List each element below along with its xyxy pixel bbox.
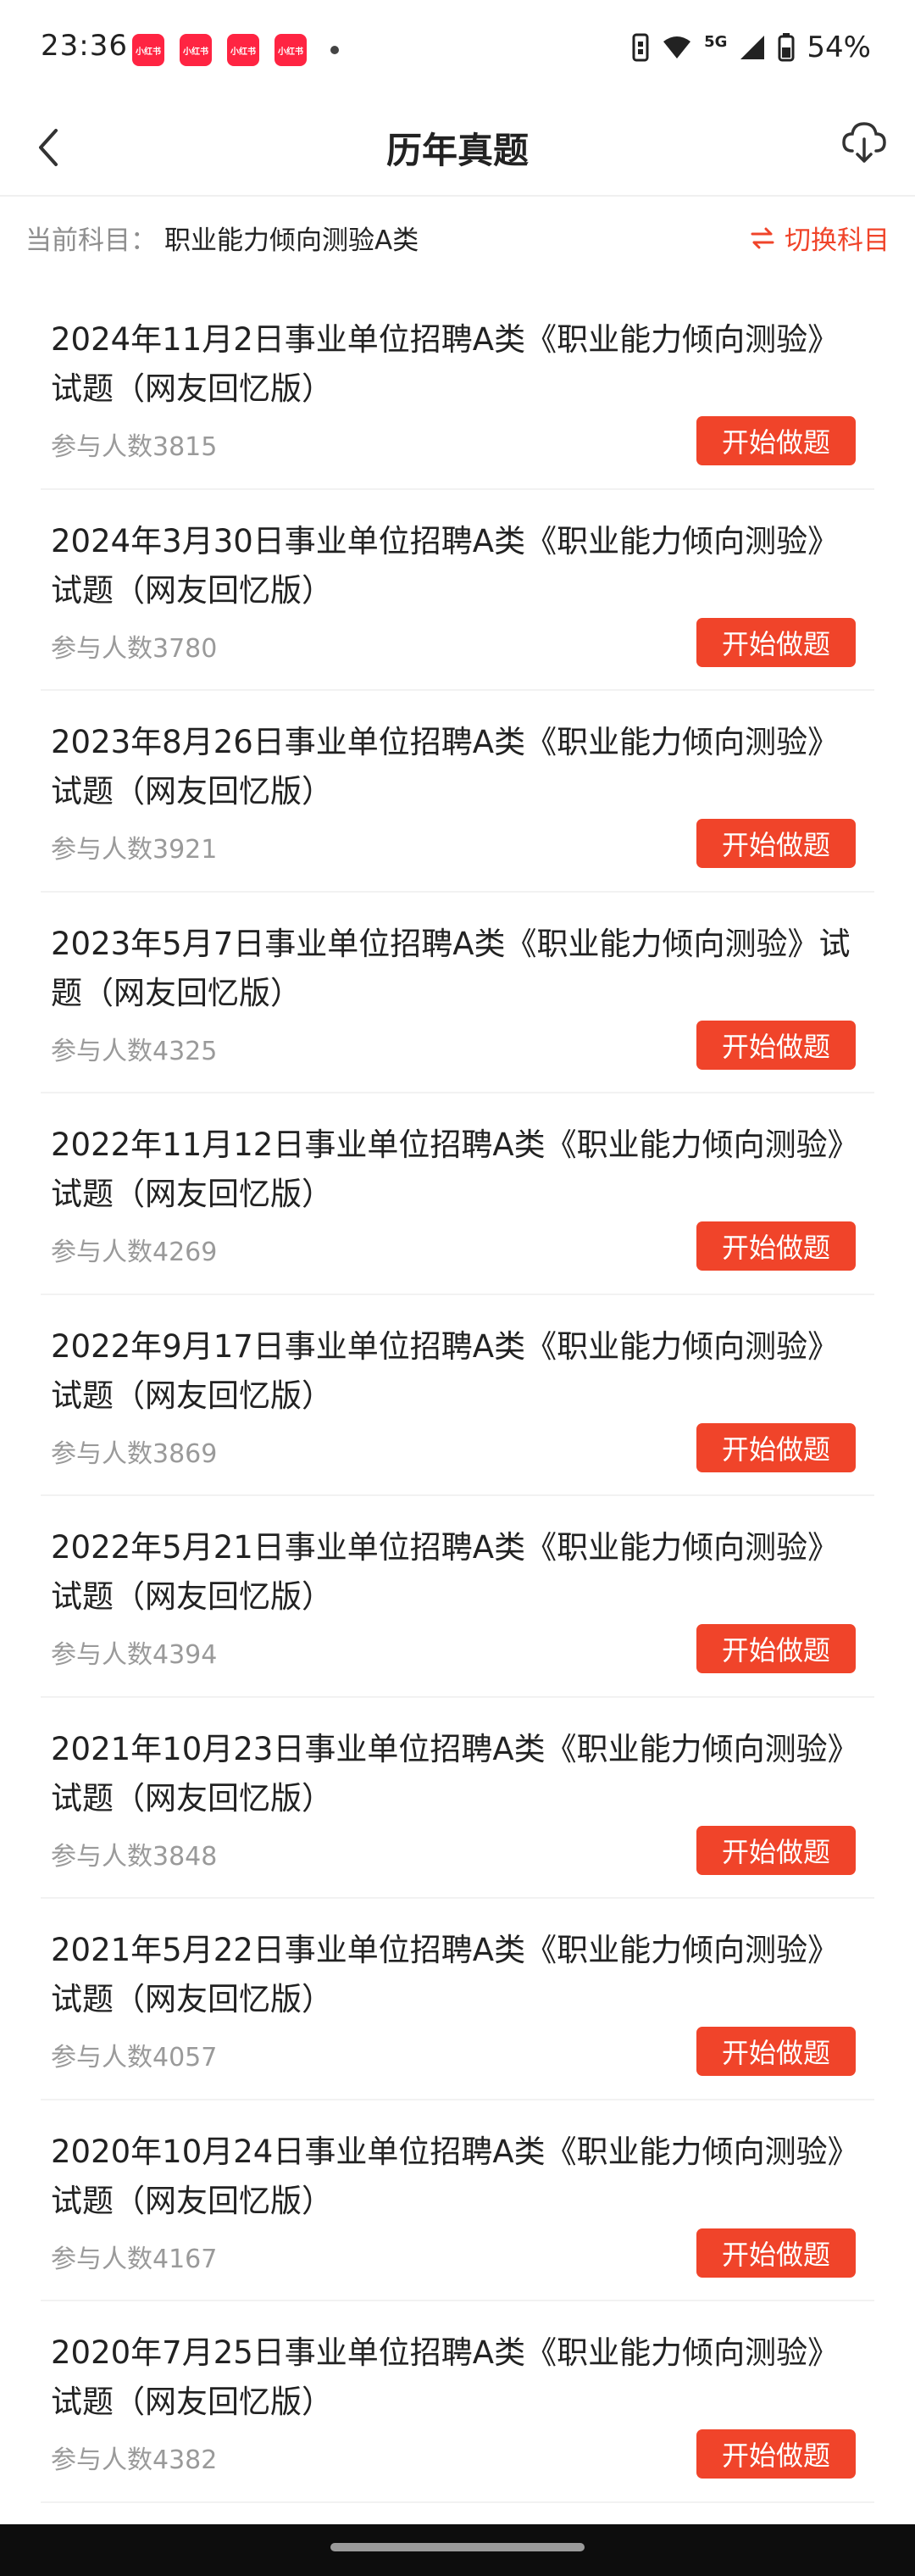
participant-count: 参与人数3869: [51, 1438, 218, 1469]
exam-list: 2024年11月2日事业单位招聘A类《职业能力倾向测验》试题（网友回忆版） 参与…: [0, 288, 915, 2503]
cloud-download-icon[interactable]: [840, 119, 888, 166]
xiaohongshu-notification-icon: 小红书: [274, 34, 307, 66]
divider: [41, 2501, 874, 2503]
exam-title: 2024年11月2日事业单位招聘A类《职业能力倾向测验》试题（网友回忆版）: [51, 321, 840, 407]
participant-count: 参与人数4057: [51, 2043, 218, 2072]
exam-list-item[interactable]: 2021年10月23日事业单位招聘A类《职业能力倾向测验》试题（网友回忆版） 参…: [0, 1698, 915, 1899]
battery-percent: 54%: [807, 31, 871, 64]
exam-title: 2022年5月21日事业单位招聘A类《职业能力倾向测验》试题（网友回忆版）: [51, 1529, 840, 1615]
subject-bar: 当前科目： 职业能力倾向测验A类 切换科目: [0, 197, 915, 273]
start-practice-button[interactable]: 开始做题: [696, 2429, 856, 2479]
start-practice-button[interactable]: 开始做题: [696, 819, 856, 868]
network-type: 5G: [704, 32, 728, 51]
exam-list-item[interactable]: 2020年10月24日事业单位招聘A类《职业能力倾向测验》试题（网友回忆版） 参…: [0, 2100, 915, 2301]
signal-icon: [740, 36, 765, 59]
start-practice-button[interactable]: 开始做题: [696, 1020, 856, 1070]
exam-list-item[interactable]: 2023年5月7日事业单位招聘A类《职业能力倾向测验》试题（网友回忆版） 参与人…: [0, 893, 915, 1093]
start-practice-button[interactable]: 开始做题: [696, 1624, 856, 1673]
participant-count: 参与人数4325: [51, 1036, 218, 1066]
exam-title: 2024年3月30日事业单位招聘A类《职业能力倾向测验》试题（网友回忆版）: [51, 522, 840, 609]
status-time: 23:36: [41, 29, 128, 63]
exam-list-item[interactable]: 2022年5月21日事业单位招聘A类《职业能力倾向测验》试题（网友回忆版） 参与…: [0, 1496, 915, 1698]
participant-count: 参与人数3780: [51, 633, 218, 664]
exam-list-item[interactable]: 2020年7月25日事业单位招聘A类《职业能力倾向测验》试题（网友回忆版） 参与…: [0, 2301, 915, 2503]
notification-icons: 小红书 小红书 小红书 小红书: [132, 34, 339, 66]
exam-list-item[interactable]: 2024年11月2日事业单位招聘A类《职业能力倾向测验》试题（网友回忆版） 参与…: [0, 288, 915, 490]
start-practice-button[interactable]: 开始做题: [696, 1221, 856, 1271]
start-practice-button[interactable]: 开始做题: [696, 617, 856, 667]
page-title: 历年真题: [385, 130, 529, 171]
wifi-icon: [663, 36, 691, 58]
vibrate-icon: [632, 33, 649, 62]
switch-subject-label: 切换科目: [785, 225, 890, 256]
home-gesture-handle[interactable]: [330, 2543, 585, 2551]
subject-label: 当前科目：: [25, 225, 157, 256]
swap-arrows-icon: [751, 227, 774, 248]
participant-count: 参与人数4269: [51, 1238, 218, 1267]
start-practice-button[interactable]: 开始做题: [696, 2228, 856, 2278]
xiaohongshu-notification-icon: 小红书: [180, 34, 212, 66]
exam-list-item[interactable]: 2022年9月17日事业单位招聘A类《职业能力倾向测验》试题（网友回忆版） 参与…: [0, 1295, 915, 1496]
battery-icon: [778, 33, 795, 62]
participant-count: 参与人数3815: [51, 432, 218, 462]
status-bar: 23:36 小红书 小红书 小红书 小红书 5G 54%: [0, 0, 915, 100]
participant-count: 参与人数3921: [51, 835, 218, 865]
subject-value: 职业能力倾向测验A类: [164, 225, 419, 256]
exam-title: 2022年9月17日事业单位招聘A类《职业能力倾向测验》试题（网友回忆版）: [51, 1327, 840, 1414]
exam-title: 2020年10月24日事业单位招聘A类《职业能力倾向测验》试题（网友回忆版）: [51, 2133, 859, 2219]
exam-list-item[interactable]: 2021年5月22日事业单位招聘A类《职业能力倾向测验》试题（网友回忆版） 参与…: [0, 1899, 915, 2100]
start-practice-button[interactable]: 开始做题: [696, 1825, 856, 1875]
start-practice-button[interactable]: 开始做题: [696, 2027, 856, 2076]
app-header: 历年真题: [0, 100, 915, 197]
start-practice-button[interactable]: 开始做题: [696, 1422, 856, 1472]
exam-title: 2021年10月23日事业单位招聘A类《职业能力倾向测验》试题（网友回忆版）: [51, 1730, 859, 1817]
exam-title: 2021年5月22日事业单位招聘A类《职业能力倾向测验》试题（网友回忆版）: [51, 1932, 840, 2017]
exam-title: 2022年11月12日事业单位招聘A类《职业能力倾向测验》试题（网友回忆版）: [51, 1127, 859, 1212]
more-notifications-dot-icon: [330, 46, 339, 54]
switch-subject-button[interactable]: 切换科目: [749, 219, 890, 257]
exam-list-item[interactable]: 2022年11月12日事业单位招聘A类《职业能力倾向测验》试题（网友回忆版） 参…: [0, 1093, 915, 1295]
exam-title: 2023年8月26日事业单位招聘A类《职业能力倾向测验》试题（网友回忆版）: [51, 724, 840, 810]
start-practice-button[interactable]: 开始做题: [696, 416, 856, 465]
participant-count: 参与人数4394: [51, 1640, 218, 1670]
xiaohongshu-notification-icon: 小红书: [132, 34, 164, 66]
exam-list-item[interactable]: 2023年8月26日事业单位招聘A类《职业能力倾向测验》试题（网友回忆版） 参与…: [0, 691, 915, 893]
xiaohongshu-notification-icon: 小红书: [227, 34, 259, 66]
participant-count: 参与人数4167: [51, 2244, 218, 2274]
exam-list-item[interactable]: 2024年3月30日事业单位招聘A类《职业能力倾向测验》试题（网友回忆版） 参与…: [0, 490, 915, 691]
participant-count: 参与人数4382: [51, 2445, 218, 2475]
exam-title: 2023年5月7日事业单位招聘A类《职业能力倾向测验》试题（网友回忆版）: [51, 925, 851, 1011]
system-nav-bar: [0, 2524, 915, 2576]
participant-count: 参与人数3848: [51, 1841, 218, 1872]
status-right: 5G 54%: [631, 31, 871, 64]
exam-title: 2020年7月25日事业单位招聘A类《职业能力倾向测验》试题（网友回忆版）: [51, 2334, 840, 2420]
